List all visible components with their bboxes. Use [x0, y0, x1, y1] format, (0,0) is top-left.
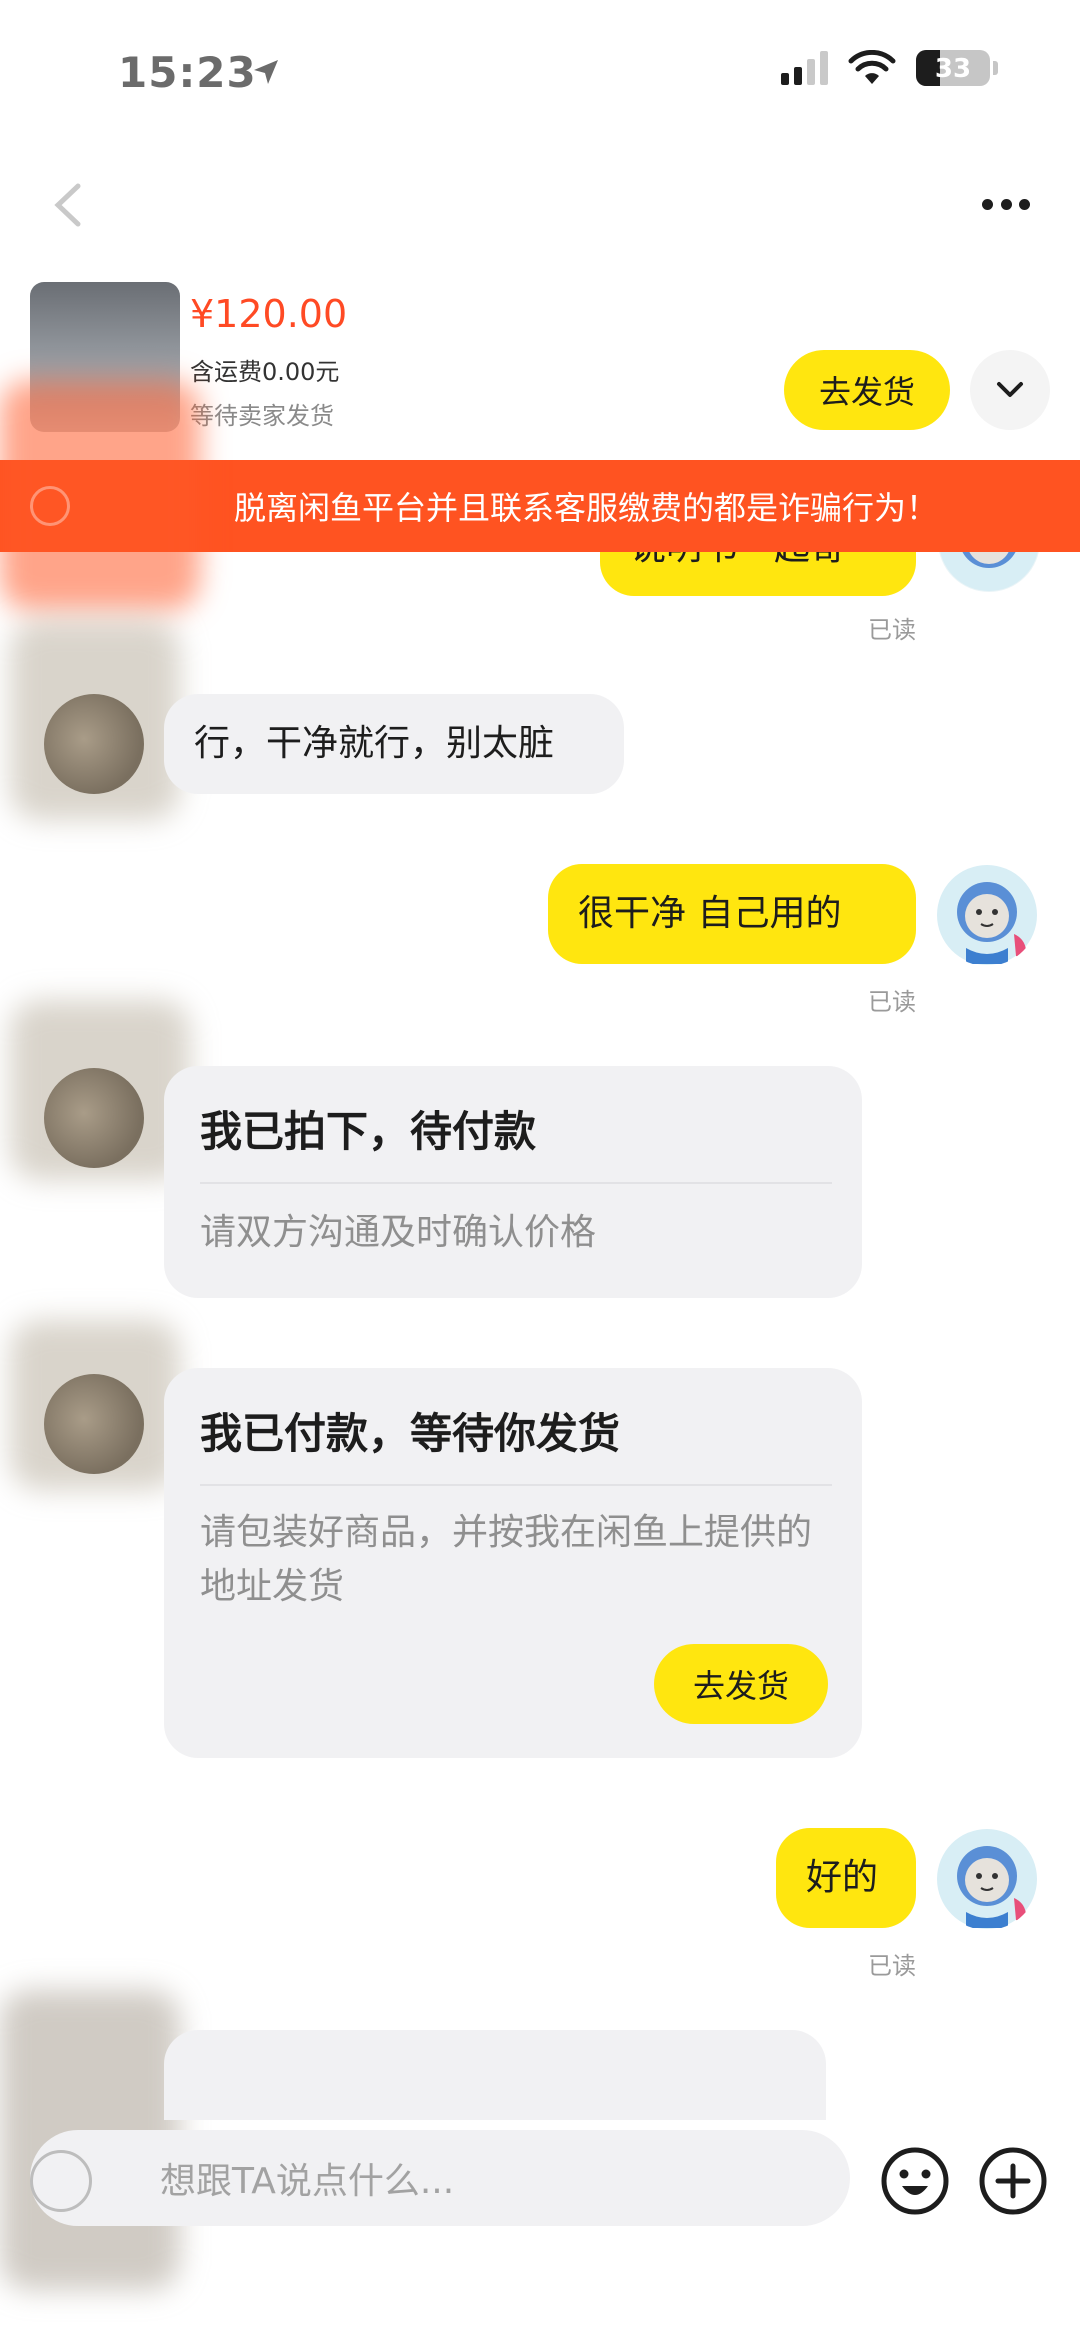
other-avatar	[44, 1068, 144, 1168]
card-divider	[200, 1182, 832, 1184]
battery-icon: 33	[916, 50, 998, 86]
shipping-fee: 含运费0.00元	[190, 358, 340, 386]
card-text: 请包装好商品，并按我在闲鱼上提供的地址发货	[200, 1512, 813, 1607]
message-bubble-them: 行，干净就行，别太脏	[164, 694, 624, 794]
ship-button[interactable]: 去发货	[784, 350, 950, 430]
card-title: 我已付款，等待你发货	[200, 1409, 621, 1458]
message-input[interactable]: 想跟TA说点什么...	[30, 2130, 850, 2226]
more-options-icon[interactable]	[970, 180, 1042, 228]
read-receipt: 已读	[868, 988, 916, 1016]
card-title: 我已拍下，待付款	[200, 1107, 537, 1156]
card-divider	[200, 1484, 832, 1486]
location-arrow-icon	[254, 60, 278, 84]
product-price: ¥120.00	[190, 292, 348, 336]
read-receipt: 已读	[868, 1952, 916, 1980]
wifi-icon	[848, 50, 896, 84]
message-bubble-me: 好的	[776, 1828, 916, 1928]
status-icons: 33	[781, 50, 998, 86]
message-text: 好的	[806, 1856, 879, 1898]
read-receipt: 已读	[868, 616, 916, 644]
cellular-signal-icon	[781, 51, 828, 85]
order-card-paid: 我已付款，等待你发货 请包装好商品，并按我在闲鱼上提供的地址发货 去发货	[164, 1368, 862, 1758]
order-status: 等待卖家发货	[190, 402, 334, 430]
collapse-button[interactable]	[970, 350, 1050, 430]
chevron-down-icon	[997, 382, 1023, 397]
card-text: 请双方沟通及时确认价格	[200, 1212, 597, 1253]
obscured-area	[0, 380, 200, 610]
my-avatar	[936, 1828, 1038, 1930]
my-avatar	[936, 864, 1038, 966]
card-ship-button[interactable]: 去发货	[654, 1644, 828, 1724]
other-avatar	[44, 694, 144, 794]
battery-level: 33	[934, 54, 972, 84]
plus-icon[interactable]	[978, 2146, 1048, 2216]
warning-text: 脱离闲鱼平台并且联系客服缴费的都是诈骗行为！	[234, 489, 939, 527]
order-card-pending-payment: 我已拍下，待付款 请双方沟通及时确认价格	[164, 1066, 862, 1298]
status-time: 15:23	[118, 48, 257, 97]
voice-icon[interactable]	[30, 2150, 92, 2212]
back-arrow-icon[interactable]	[48, 180, 88, 230]
message-bubble-me: 很干净 自己用的	[548, 864, 916, 964]
emoji-icon[interactable]	[880, 2146, 950, 2216]
input-placeholder: 想跟TA说点什么...	[160, 2161, 455, 2202]
order-card-partial	[164, 2030, 826, 2120]
message-text: 很干净 自己用的	[578, 892, 842, 934]
other-avatar	[44, 1374, 144, 1474]
message-text: 行，干净就行，别太脏	[194, 722, 555, 764]
